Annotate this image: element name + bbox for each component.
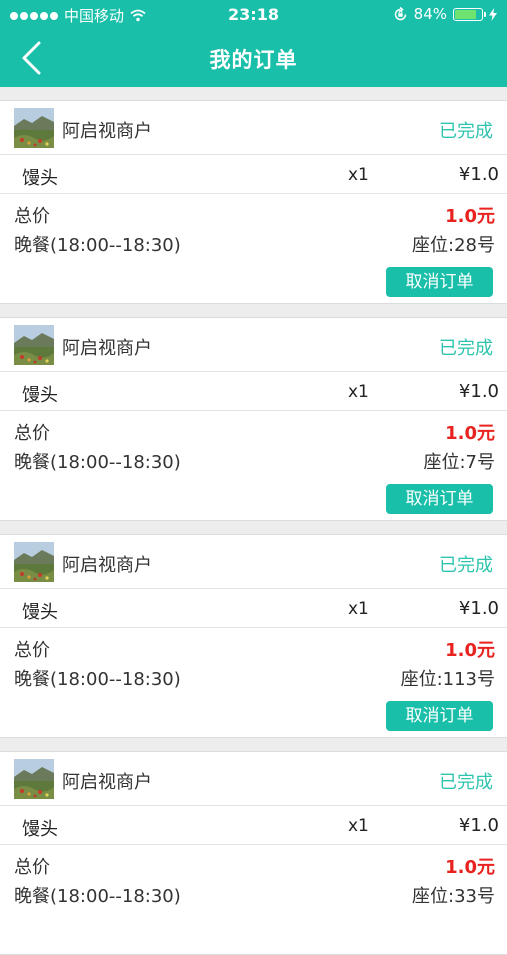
item-quantity: x1 [348, 816, 369, 836]
cancel-order-button[interactable]: 取消订单 [386, 484, 493, 514]
item-quantity: x1 [348, 165, 369, 185]
total-value: 1.0元 [445, 206, 495, 227]
page-title: 我的订单 [209, 48, 298, 72]
orientation-lock-icon [394, 6, 406, 20]
total-label: 总价 [14, 206, 50, 227]
shop-thumbnail [14, 325, 54, 365]
order-card: 阿启视商户 已完成 馒头 x1 ¥1.0 总价 1.0元 晚餐(18:00--1… [0, 100, 507, 304]
seat-number: 座位:113号 [400, 669, 495, 690]
order-shop-row[interactable]: 阿启视商户 已完成 [0, 318, 507, 372]
total-value: 1.0元 [445, 640, 495, 661]
meal-time: 晚餐(18:00--18:30) [14, 235, 181, 256]
order-item-row: 馒头 x1 ¥1.0 [0, 371, 507, 411]
item-quantity: x1 [348, 382, 369, 402]
meal-time: 晚餐(18:00--18:30) [14, 452, 181, 473]
order-item-row: 馒头 x1 ¥1.0 [0, 154, 507, 194]
shop-thumbnail [14, 108, 54, 148]
order-status: 已完成 [439, 338, 493, 359]
item-name: 馒头 [22, 602, 58, 623]
nav-bar: 我的订单 [0, 30, 507, 87]
shop-name: 阿启视商户 [62, 772, 152, 793]
total-label: 总价 [14, 640, 50, 661]
charging-icon [489, 7, 497, 21]
item-name: 馒头 [22, 168, 58, 189]
item-price: ¥1.0 [458, 598, 499, 619]
item-price: ¥1.0 [458, 381, 499, 402]
total-label: 总价 [14, 857, 50, 878]
shop-name: 阿启视商户 [62, 338, 152, 359]
shop-name: 阿启视商户 [62, 121, 152, 142]
total-value: 1.0元 [445, 423, 495, 444]
item-name: 馒头 [22, 819, 58, 840]
order-status: 已完成 [439, 555, 493, 576]
cancel-order-button[interactable]: 取消订单 [386, 701, 493, 731]
seat-number: 座位:28号 [412, 235, 495, 256]
cancel-order-button[interactable]: 取消订单 [386, 267, 493, 297]
shop-thumbnail [14, 759, 54, 799]
order-shop-row[interactable]: 阿启视商户 已完成 [0, 752, 507, 806]
total-value: 1.0元 [445, 857, 495, 878]
meal-time: 晚餐(18:00--18:30) [14, 669, 181, 690]
seat-number: 座位:7号 [423, 452, 495, 473]
meal-time: 晚餐(18:00--18:30) [14, 886, 181, 907]
order-card: 阿启视商户 已完成 馒头 x1 ¥1.0 总价 1.0元 晚餐(18:00--1… [0, 751, 507, 955]
order-item-row: 馒头 x1 ¥1.0 [0, 805, 507, 845]
item-name: 馒头 [22, 385, 58, 406]
item-price: ¥1.0 [458, 815, 499, 836]
order-item-row: 馒头 x1 ¥1.0 [0, 588, 507, 628]
order-card: 阿启视商户 已完成 馒头 x1 ¥1.0 总价 1.0元 晚餐(18:00--1… [0, 534, 507, 738]
item-price: ¥1.0 [458, 164, 499, 185]
battery-percent: 84% [413, 5, 447, 23]
order-shop-row[interactable]: 阿启视商户 已完成 [0, 101, 507, 155]
shop-thumbnail [14, 542, 54, 582]
order-status: 已完成 [439, 121, 493, 142]
order-card: 阿启视商户 已完成 馒头 x1 ¥1.0 总价 1.0元 晚餐(18:00--1… [0, 317, 507, 521]
item-quantity: x1 [348, 599, 369, 619]
total-label: 总价 [14, 423, 50, 444]
top-bar: 中国移动 23:18 84% 我的订单 [0, 0, 507, 87]
shop-name: 阿启视商户 [62, 555, 152, 576]
status-bar: 中国移动 23:18 84% [0, 0, 507, 30]
seat-number: 座位:33号 [412, 886, 495, 907]
order-status: 已完成 [439, 772, 493, 793]
order-shop-row[interactable]: 阿启视商户 已完成 [0, 535, 507, 589]
battery-icon [453, 7, 486, 21]
